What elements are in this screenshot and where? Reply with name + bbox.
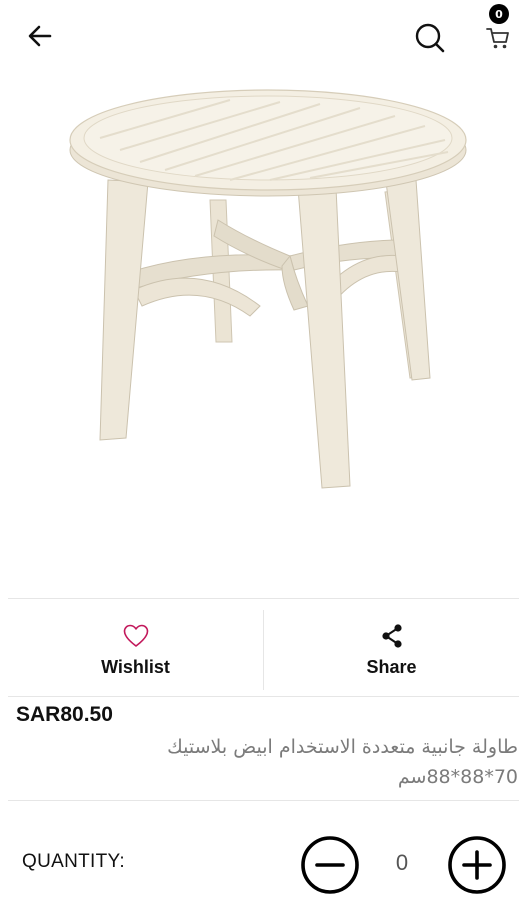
share-label: Share <box>366 656 417 677</box>
quantity-value: 0 <box>395 850 409 875</box>
wishlist-label: Wishlist <box>101 656 170 677</box>
share-button[interactable]: Share <box>264 604 519 696</box>
arrow-left-icon <box>28 25 52 47</box>
product-image <box>50 80 480 500</box>
wishlist-button[interactable]: Wishlist <box>8 604 263 696</box>
cart-icon <box>486 28 509 49</box>
quantity-label: QUANTITY: <box>22 851 125 872</box>
search-button[interactable] <box>410 18 450 58</box>
quantity-decrease-button[interactable] <box>300 835 360 895</box>
divider <box>8 598 519 599</box>
heart-icon <box>123 624 148 647</box>
quantity-increase-button[interactable] <box>447 835 507 895</box>
product-actions: Wishlist Share <box>8 604 519 696</box>
share-icon <box>381 623 402 648</box>
product-title: طاولة جانبية متعددة الاستخدام ابيض بلاست… <box>167 736 518 788</box>
back-button[interactable] <box>22 18 58 54</box>
divider <box>8 800 519 801</box>
cart-count-badge: 0 <box>489 4 509 24</box>
divider <box>8 696 519 697</box>
cart-button[interactable] <box>480 20 516 56</box>
app-header: 0 <box>0 0 527 72</box>
plus-circle-icon <box>448 836 506 894</box>
search-icon <box>415 23 445 53</box>
minus-circle-icon <box>301 836 359 894</box>
product-price: SAR80.50 <box>16 703 113 726</box>
